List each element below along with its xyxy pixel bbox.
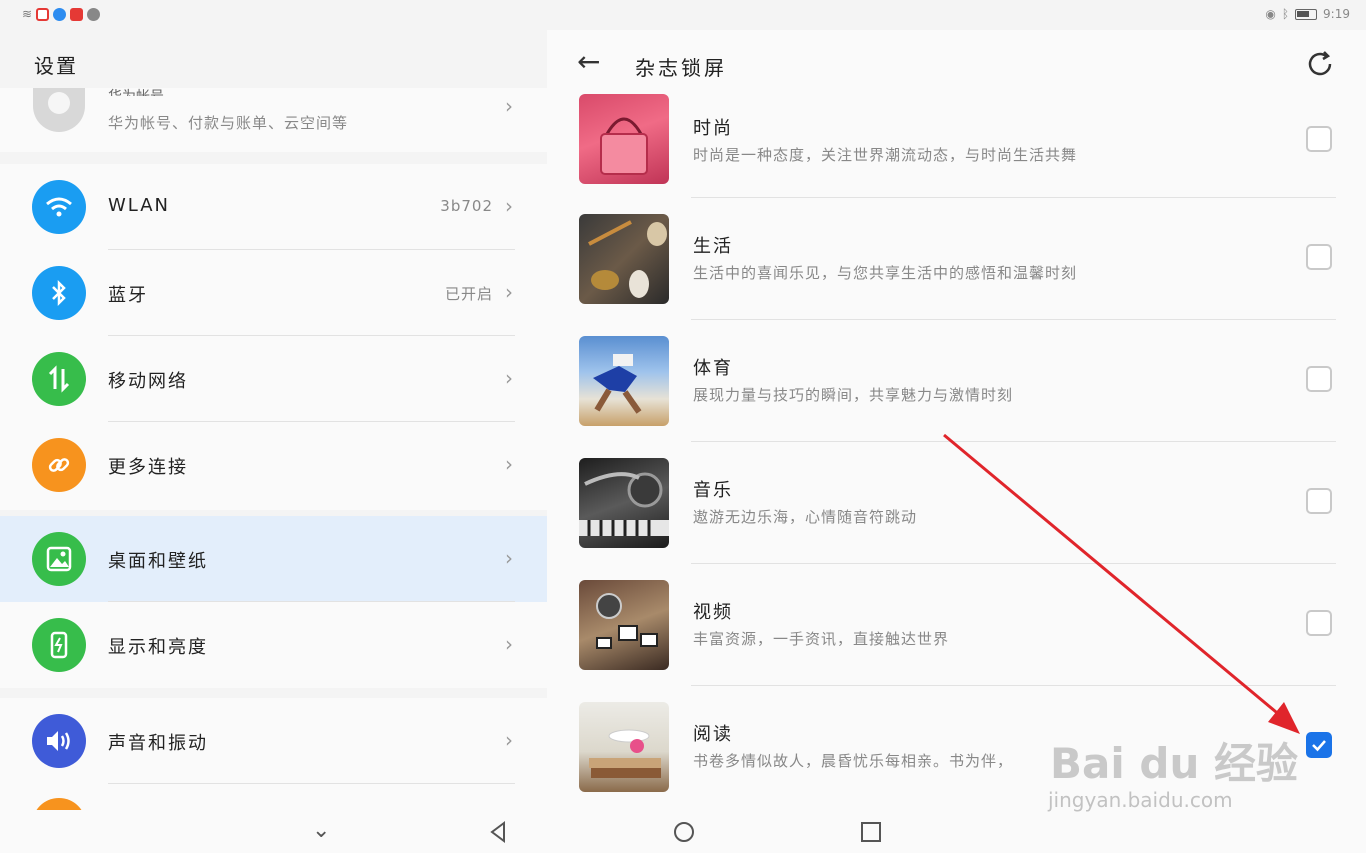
magazine-name: 阅读 <box>693 724 733 745</box>
chevron-right-icon: › <box>505 194 513 218</box>
sidebar-item-display[interactable]: 显示和亮度 › <box>0 602 547 688</box>
collapse-chevron-icon[interactable]: ⌄ <box>312 818 330 843</box>
wifi-icon <box>32 180 86 234</box>
page-title: 设置 <box>34 54 78 78</box>
app-notification-icon <box>36 7 50 21</box>
fashion-thumbnail <box>579 94 669 184</box>
connection-group: WLAN 3b702 › 蓝牙 已开启 › 移动网络 › 更多连接 › <box>0 164 547 510</box>
magazine-item-music[interactable]: 音乐 遨游无边乐海，心情随音符跳动 <box>547 442 1366 564</box>
magazine-name: 音乐 <box>693 480 733 501</box>
magazine-description: 遨游无边乐海，心情随音符跳动 <box>693 508 918 526</box>
clock: 9:19 <box>1323 7 1350 21</box>
home-circle-icon[interactable] <box>672 820 696 844</box>
system-status: ◉ ᛒ 9:19 <box>1265 7 1350 21</box>
browser-notification-icon <box>53 7 67 21</box>
sidebar-item-wlan[interactable]: WLAN 3b702 › <box>0 164 547 250</box>
account-name: 华为帐号 <box>108 86 164 96</box>
chevron-right-icon: › <box>505 546 513 570</box>
sidebar-item-label: 显示和亮度 <box>108 637 208 658</box>
sidebar-item-label: 桌面和壁纸 <box>108 551 208 572</box>
magazine-item-video[interactable]: 视频 丰富资源，一手资讯，直接触达世界 <box>547 564 1366 686</box>
link-icon <box>32 438 86 492</box>
sports-thumbnail <box>579 336 669 426</box>
eye-icon: ◉ <box>1265 7 1276 21</box>
sidebar-item-label: 声音和振动 <box>108 733 208 754</box>
wifi-status-icon: ≋ <box>22 7 33 21</box>
chevron-right-icon: › <box>505 632 513 656</box>
sidebar-item-wallpaper[interactable]: 桌面和壁纸 › <box>0 516 547 602</box>
account-row[interactable]: 华为帐号 华为帐号、付款与账单、云空间等 › <box>0 88 547 152</box>
checkmark-icon <box>1312 740 1326 752</box>
chevron-right-icon: › <box>505 728 513 752</box>
bluetooth-status: 已开启 <box>444 285 493 303</box>
news-notification-icon <box>70 7 84 21</box>
recents-square-icon[interactable] <box>859 820 883 844</box>
magazine-lockscreen-panel: ← 杂志锁屏 时尚 时尚是一种态度，关注世界潮流动态，与时尚生活共舞 生活 生活… <box>547 30 1366 810</box>
battery-icon <box>1295 8 1318 20</box>
magazine-name: 时尚 <box>693 118 733 139</box>
sidebar-item-sound[interactable]: 声音和振动 › <box>0 698 547 784</box>
sidebar-item-mobile-network[interactable]: 移动网络 › <box>0 336 547 422</box>
magazine-item-life[interactable]: 生活 生活中的喜闻乐见，与您共享生活中的感悟和温馨时刻 <box>547 198 1366 320</box>
life-checkbox[interactable] <box>1306 244 1332 270</box>
bluetooth-status-icon: ᛒ <box>1281 7 1290 21</box>
sidebar-item-label: 移动网络 <box>108 371 188 392</box>
notification-icons: ≋ <box>22 7 101 21</box>
navigation-bar: ⌄ <box>0 810 1366 853</box>
bluetooth-icon <box>32 266 86 320</box>
chevron-right-icon: › <box>505 280 513 304</box>
divider <box>108 783 515 784</box>
display-group: 桌面和壁纸 › 显示和亮度 › <box>0 516 547 688</box>
sound-group: 声音和振动 › <box>0 698 547 810</box>
magazine-description: 书卷多情似故人，晨昏忧乐每相亲。书为伴， <box>693 752 1014 770</box>
next-item-icon-partial <box>32 798 86 810</box>
chevron-right-icon: › <box>505 366 513 390</box>
video-checkbox[interactable] <box>1306 610 1332 636</box>
magazine-description: 展现力量与技巧的瞬间，共享魅力与激情时刻 <box>693 386 1014 404</box>
magazine-description: 生活中的喜闻乐见，与您共享生活中的感悟和温馨时刻 <box>693 264 1078 282</box>
magazine-name: 体育 <box>693 358 733 379</box>
mobile-data-icon <box>32 352 86 406</box>
sound-icon <box>32 714 86 768</box>
sidebar-item-bluetooth[interactable]: 蓝牙 已开启 › <box>0 250 547 336</box>
sidebar-item-label: 蓝牙 <box>108 285 148 306</box>
avatar <box>33 88 85 132</box>
chevron-right-icon: › <box>505 452 513 476</box>
back-arrow-icon[interactable]: ← <box>577 48 600 76</box>
back-triangle-icon[interactable] <box>486 820 510 844</box>
account-description: 华为帐号、付款与账单、云空间等 <box>108 114 349 132</box>
chat-notification-icon <box>87 7 101 21</box>
screen: ≋ ◉ ᛒ 9:19 设置 华为帐号 华为帐号、付款与账单、云空间等 › <box>0 0 1366 853</box>
reading-thumbnail <box>579 702 669 792</box>
sidebar-item-more-connections[interactable]: 更多连接 › <box>0 422 547 508</box>
settings-panel: 设置 华为帐号 华为帐号、付款与账单、云空间等 › WLAN 3b702 › <box>0 30 547 810</box>
sidebar-item-label: WLAN <box>108 195 171 216</box>
sidebar-item-label: 更多连接 <box>108 457 188 478</box>
reading-checkbox[interactable] <box>1306 732 1332 758</box>
magazine-description: 时尚是一种态度，关注世界潮流动态，与时尚生活共舞 <box>693 146 1078 164</box>
wallpaper-icon <box>32 532 86 586</box>
music-thumbnail <box>579 458 669 548</box>
display-icon <box>32 618 86 672</box>
music-checkbox[interactable] <box>1306 488 1332 514</box>
magazine-name: 生活 <box>693 236 733 257</box>
magazine-description: 丰富资源，一手资讯，直接触达世界 <box>693 630 950 648</box>
video-thumbnail <box>579 580 669 670</box>
magazine-item-sports[interactable]: 体育 展现力量与技巧的瞬间，共享魅力与激情时刻 <box>547 320 1366 442</box>
sports-checkbox[interactable] <box>1306 366 1332 392</box>
wlan-network-name: 3b702 <box>440 197 493 215</box>
watermark-url: jingyan.baidu.com <box>1048 788 1233 812</box>
magazine-item-fashion[interactable]: 时尚 时尚是一种态度，关注世界潮流动态，与时尚生活共舞 <box>547 76 1366 198</box>
fashion-checkbox[interactable] <box>1306 126 1332 152</box>
status-bar: ≋ ◉ ᛒ 9:19 <box>0 0 1366 30</box>
life-thumbnail <box>579 214 669 304</box>
magazine-name: 视频 <box>693 602 733 623</box>
chevron-right-icon: › <box>505 94 513 118</box>
watermark-logo: Bai du 经验 <box>1050 739 1298 788</box>
